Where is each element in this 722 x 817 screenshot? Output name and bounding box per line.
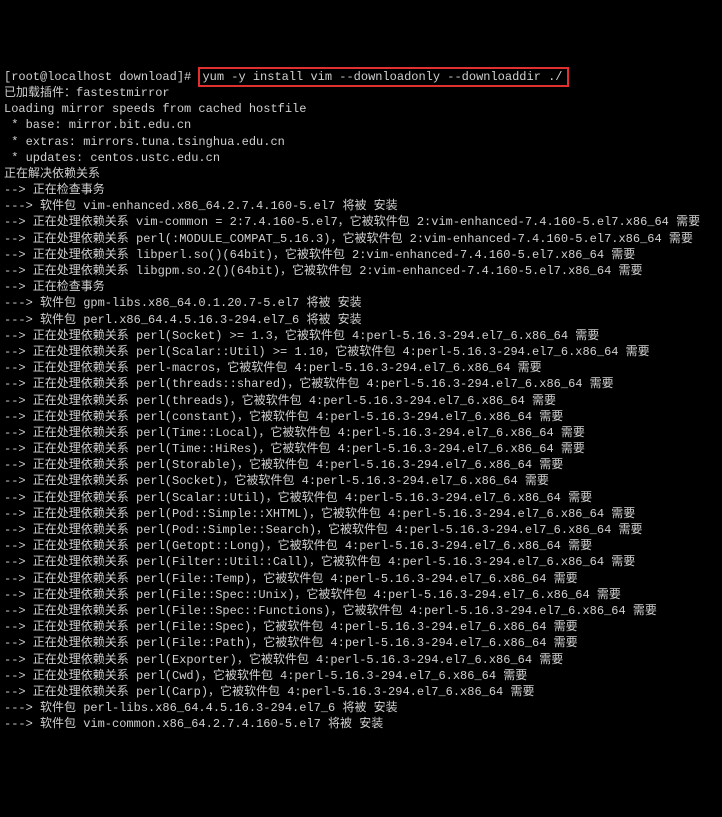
output-line: --> 正在处理依赖关系 perl(Time::Local)，它被软件包 4:p…: [4, 425, 718, 441]
output-line: ---> 软件包 vim-common.x86_64.2.7.4.160-5.e…: [4, 716, 718, 732]
output-line: ---> 软件包 perl-libs.x86_64.4.5.16.3-294.e…: [4, 700, 718, 716]
output-line: --> 正在检查事务: [4, 279, 718, 295]
output-line: 正在解决依赖关系: [4, 166, 718, 182]
output-line: --> 正在处理依赖关系 perl(Filter::Util::Call)，它被…: [4, 554, 718, 570]
output-line: * updates: centos.ustc.edu.cn: [4, 150, 718, 166]
output-line: --> 正在处理依赖关系 libgpm.so.2()(64bit)，它被软件包 …: [4, 263, 718, 279]
output-line: --> 正在处理依赖关系 perl(:MODULE_COMPAT_5.16.3)…: [4, 231, 718, 247]
output-line: --> 正在处理依赖关系 perl(Exporter)，它被软件包 4:perl…: [4, 652, 718, 668]
output-line: --> 正在处理依赖关系 vim-common = 2:7.4.160-5.el…: [4, 214, 718, 230]
command-highlight: yum -y install vim --downloadonly --down…: [198, 67, 568, 87]
output-line: --> 正在处理依赖关系 perl(File::Path)，它被软件包 4:pe…: [4, 635, 718, 651]
output-line: --> 正在处理依赖关系 perl(Getopt::Long)，它被软件包 4:…: [4, 538, 718, 554]
output-line: --> 正在处理依赖关系 perl(File::Temp)，它被软件包 4:pe…: [4, 571, 718, 587]
output-line: --> 正在处理依赖关系 perl(Cwd)，它被软件包 4:perl-5.16…: [4, 668, 718, 684]
output-line: * base: mirror.bit.edu.cn: [4, 117, 718, 133]
output-line: 已加载插件：fastestmirror: [4, 85, 718, 101]
output-line: --> 正在处理依赖关系 perl-macros，它被软件包 4:perl-5.…: [4, 360, 718, 376]
output-line: --> 正在处理依赖关系 perl(Pod::Simple::Search)，它…: [4, 522, 718, 538]
output-line: ---> 软件包 perl.x86_64.4.5.16.3-294.el7_6 …: [4, 312, 718, 328]
output-line: * extras: mirrors.tuna.tsinghua.edu.cn: [4, 134, 718, 150]
output-line: --> 正在处理依赖关系 libperl.so()(64bit)，它被软件包 2…: [4, 247, 718, 263]
output-line: --> 正在处理依赖关系 perl(Socket) >= 1.3，它被软件包 4…: [4, 328, 718, 344]
output-line: --> 正在处理依赖关系 perl(Socket)，它被软件包 4:perl-5…: [4, 473, 718, 489]
output-line: --> 正在处理依赖关系 perl(Carp)，它被软件包 4:perl-5.1…: [4, 684, 718, 700]
terminal-prompt-line[interactable]: [root@localhost download]# yum -y instal…: [4, 69, 718, 85]
output-line: --> 正在处理依赖关系 perl(Scalar::Util) >= 1.10，…: [4, 344, 718, 360]
output-line: --> 正在检查事务: [4, 182, 718, 198]
output-line: --> 正在处理依赖关系 perl(File::Spec)，它被软件包 4:pe…: [4, 619, 718, 635]
output-line: Loading mirror speeds from cached hostfi…: [4, 101, 718, 117]
output-line: ---> 软件包 gpm-libs.x86_64.0.1.20.7-5.el7 …: [4, 295, 718, 311]
output-line: --> 正在处理依赖关系 perl(constant)，它被软件包 4:perl…: [4, 409, 718, 425]
prompt-prefix: [root@localhost download]#: [4, 70, 198, 84]
output-line: --> 正在处理依赖关系 perl(threads)，它被软件包 4:perl-…: [4, 393, 718, 409]
output-line: --> 正在处理依赖关系 perl(File::Spec::Unix)，它被软件…: [4, 587, 718, 603]
output-line: --> 正在处理依赖关系 perl(Scalar::Util)，它被软件包 4:…: [4, 490, 718, 506]
terminal-output: 已加载插件：fastestmirrorLoading mirror speeds…: [4, 85, 718, 733]
output-line: --> 正在处理依赖关系 perl(Pod::Simple::XHTML)，它被…: [4, 506, 718, 522]
output-line: --> 正在处理依赖关系 perl(Time::HiRes)，它被软件包 4:p…: [4, 441, 718, 457]
output-line: --> 正在处理依赖关系 perl(Storable)，它被软件包 4:perl…: [4, 457, 718, 473]
output-line: ---> 软件包 vim-enhanced.x86_64.2.7.4.160-5…: [4, 198, 718, 214]
command-text: yum -y install vim --downloadonly --down…: [202, 70, 562, 84]
output-line: --> 正在处理依赖关系 perl(threads::shared)，它被软件包…: [4, 376, 718, 392]
output-line: --> 正在处理依赖关系 perl(File::Spec::Functions)…: [4, 603, 718, 619]
